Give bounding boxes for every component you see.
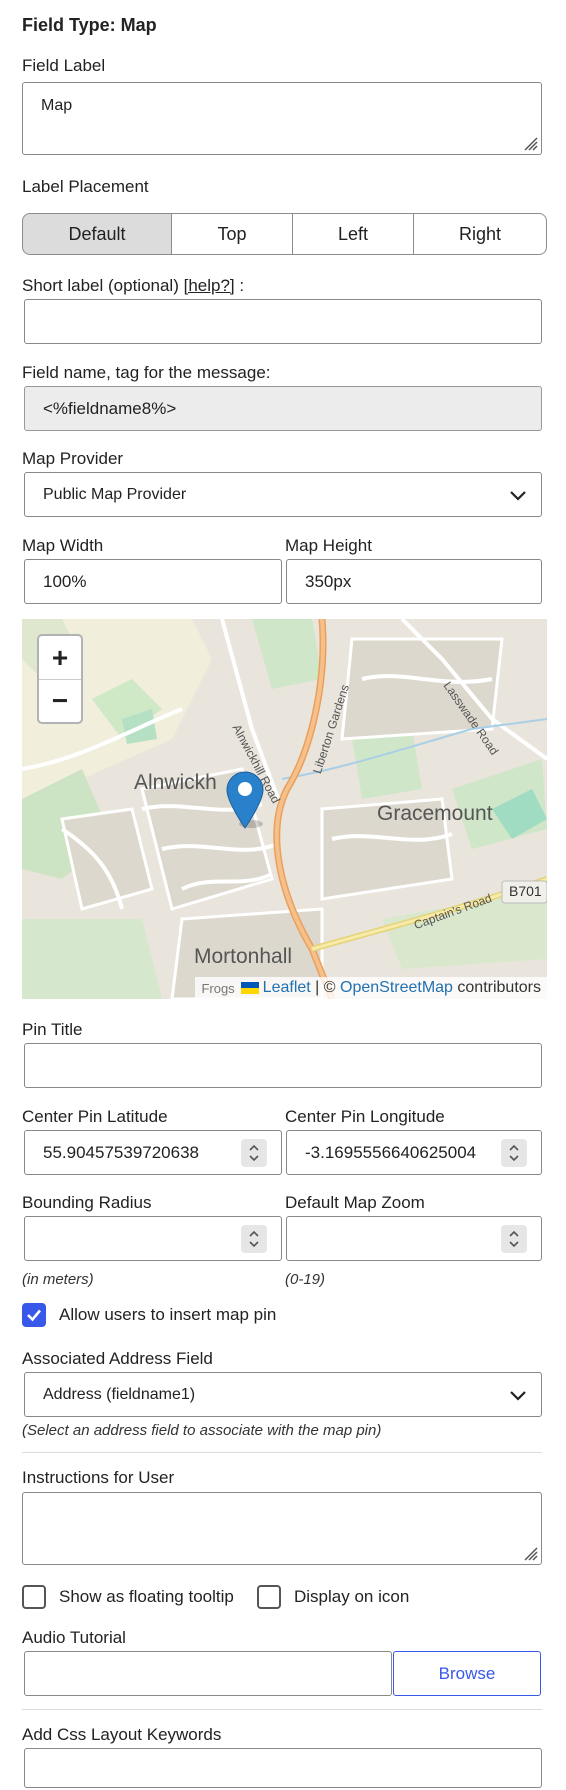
radius-spinner[interactable] <box>241 1225 267 1253</box>
attribution-frogs: Frogs <box>201 980 235 996</box>
pin-title-input[interactable] <box>24 1043 542 1088</box>
field-label-textarea[interactable]: Map <box>22 82 542 155</box>
spinner-arrows-icon <box>249 1144 259 1162</box>
bounding-radius-input[interactable] <box>24 1216 282 1261</box>
lat-spinner[interactable] <box>241 1139 267 1167</box>
short-label-text: Short label (optional) <box>22 276 184 295</box>
center-lat-label: Center Pin Latitude <box>22 1107 168 1126</box>
bounding-radius-label: Bounding Radius <box>22 1193 152 1212</box>
instructions-label: Instructions for User <box>22 1468 175 1487</box>
map-attribution: Frogs Leaflet | © OpenStreetMap contribu… <box>195 977 547 999</box>
spinner-arrows-icon <box>509 1144 519 1162</box>
floating-tooltip-checkbox[interactable] <box>22 1585 46 1609</box>
default-zoom-input[interactable] <box>286 1216 542 1261</box>
floating-tooltip-label: Show as floating tooltip <box>59 1587 234 1606</box>
spinner-arrows-icon <box>509 1230 519 1248</box>
divider <box>22 1709 542 1710</box>
lng-spinner[interactable] <box>501 1139 527 1167</box>
zoom-out-button[interactable]: − <box>39 679 81 722</box>
short-label-input[interactable] <box>24 299 542 344</box>
browse-button[interactable]: Browse <box>393 1651 541 1696</box>
map-label-mortonhall: Mortonhall <box>194 945 293 968</box>
short-label-label: Short label (optional) [help?] : <box>22 276 244 296</box>
chevron-down-icon <box>510 491 526 501</box>
leaflet-link[interactable]: Leaflet <box>263 979 311 997</box>
checkmark-icon <box>27 1309 41 1322</box>
map-height-label: Map Height <box>285 536 372 555</box>
map-view[interactable]: Alnwickh Gracemount Mortonhall B701 Alnw… <box>22 619 547 999</box>
ukraine-flag-icon <box>240 982 259 994</box>
zoom-spinner[interactable] <box>501 1225 527 1253</box>
resize-handle-icon[interactable] <box>520 133 538 151</box>
resize-handle-icon[interactable] <box>520 1543 538 1561</box>
map-height-value: 350px <box>305 572 352 591</box>
audio-tutorial-input[interactable] <box>24 1651 392 1696</box>
field-name-input[interactable]: <%fieldname8%> <box>24 386 542 431</box>
field-name-label: Field name, tag for the message: <box>22 363 271 382</box>
associated-address-hint: (Select an address field to associate wi… <box>22 1422 382 1439</box>
zoom-in-button[interactable]: + <box>39 636 81 680</box>
page-title: Field Type: Map <box>22 15 157 35</box>
allow-insert-pin-label: Allow users to insert map pin <box>59 1305 277 1324</box>
placement-top-button[interactable]: Top <box>171 213 293 255</box>
placement-left-button[interactable]: Left <box>292 213 414 255</box>
pin-title-label: Pin Title <box>22 1020 83 1039</box>
placement-default-button[interactable]: Default <box>22 213 172 255</box>
map-pin-icon[interactable] <box>225 770 265 830</box>
chevron-down-icon <box>510 1391 526 1401</box>
center-lat-value: 55.90457539720638 <box>43 1143 199 1162</box>
associated-address-value: Address (fieldname1) <box>43 1386 196 1403</box>
center-lng-input[interactable]: -3.1695556640625004 <box>286 1130 542 1175</box>
css-keywords-label: Add Css Layout Keywords <box>22 1725 222 1744</box>
map-label-b701: B701 <box>509 883 542 899</box>
attribution-sep: | © <box>310 979 340 996</box>
osm-link[interactable]: OpenStreetMap <box>340 979 453 997</box>
divider <box>22 1452 542 1453</box>
map-width-input[interactable]: 100% <box>24 559 282 604</box>
css-keywords-input[interactable] <box>24 1748 542 1788</box>
instructions-textarea[interactable] <box>22 1492 542 1565</box>
center-lat-input[interactable]: 55.90457539720638 <box>24 1130 282 1175</box>
attribution-contributors: contributors <box>452 979 541 996</box>
label-placement-label: Label Placement <box>22 177 149 196</box>
associated-address-label: Associated Address Field <box>22 1349 213 1368</box>
default-zoom-hint: (0-19) <box>285 1271 326 1288</box>
center-lng-value: -3.1695556640625004 <box>305 1143 477 1162</box>
map-width-value: 100% <box>43 572 87 591</box>
map-provider-value: Public Map Provider <box>43 486 187 503</box>
short-label-suffix: : <box>234 276 245 295</box>
display-on-icon-checkbox[interactable] <box>257 1585 281 1609</box>
field-name-value: <%fieldname8%> <box>43 399 177 418</box>
default-zoom-label: Default Map Zoom <box>285 1193 425 1212</box>
allow-insert-pin-checkbox[interactable] <box>22 1303 46 1327</box>
map-width-label: Map Width <box>22 536 104 555</box>
zoom-control: + − <box>37 634 83 724</box>
bounding-radius-hint: (in meters) <box>22 1271 94 1288</box>
associated-address-select[interactable]: Address (fieldname1) <box>24 1372 542 1417</box>
display-on-icon-label: Display on icon <box>294 1587 410 1606</box>
placement-right-button[interactable]: Right <box>413 213 547 255</box>
map-label-alnwickhill: Alnwickh <box>134 771 217 794</box>
audio-tutorial-label: Audio Tutorial <box>22 1628 126 1647</box>
map-label-gracemount: Gracemount <box>377 802 493 825</box>
map-provider-select[interactable]: Public Map Provider <box>24 472 542 517</box>
field-label-label: Field Label <box>22 56 106 75</box>
spinner-arrows-icon <box>249 1230 259 1248</box>
map-provider-label: Map Provider <box>22 449 124 468</box>
center-lng-label: Center Pin Longitude <box>285 1107 445 1126</box>
map-height-input[interactable]: 350px <box>286 559 542 604</box>
field-label-value: Map <box>41 97 73 114</box>
help-link[interactable]: [help?] <box>184 276 235 295</box>
